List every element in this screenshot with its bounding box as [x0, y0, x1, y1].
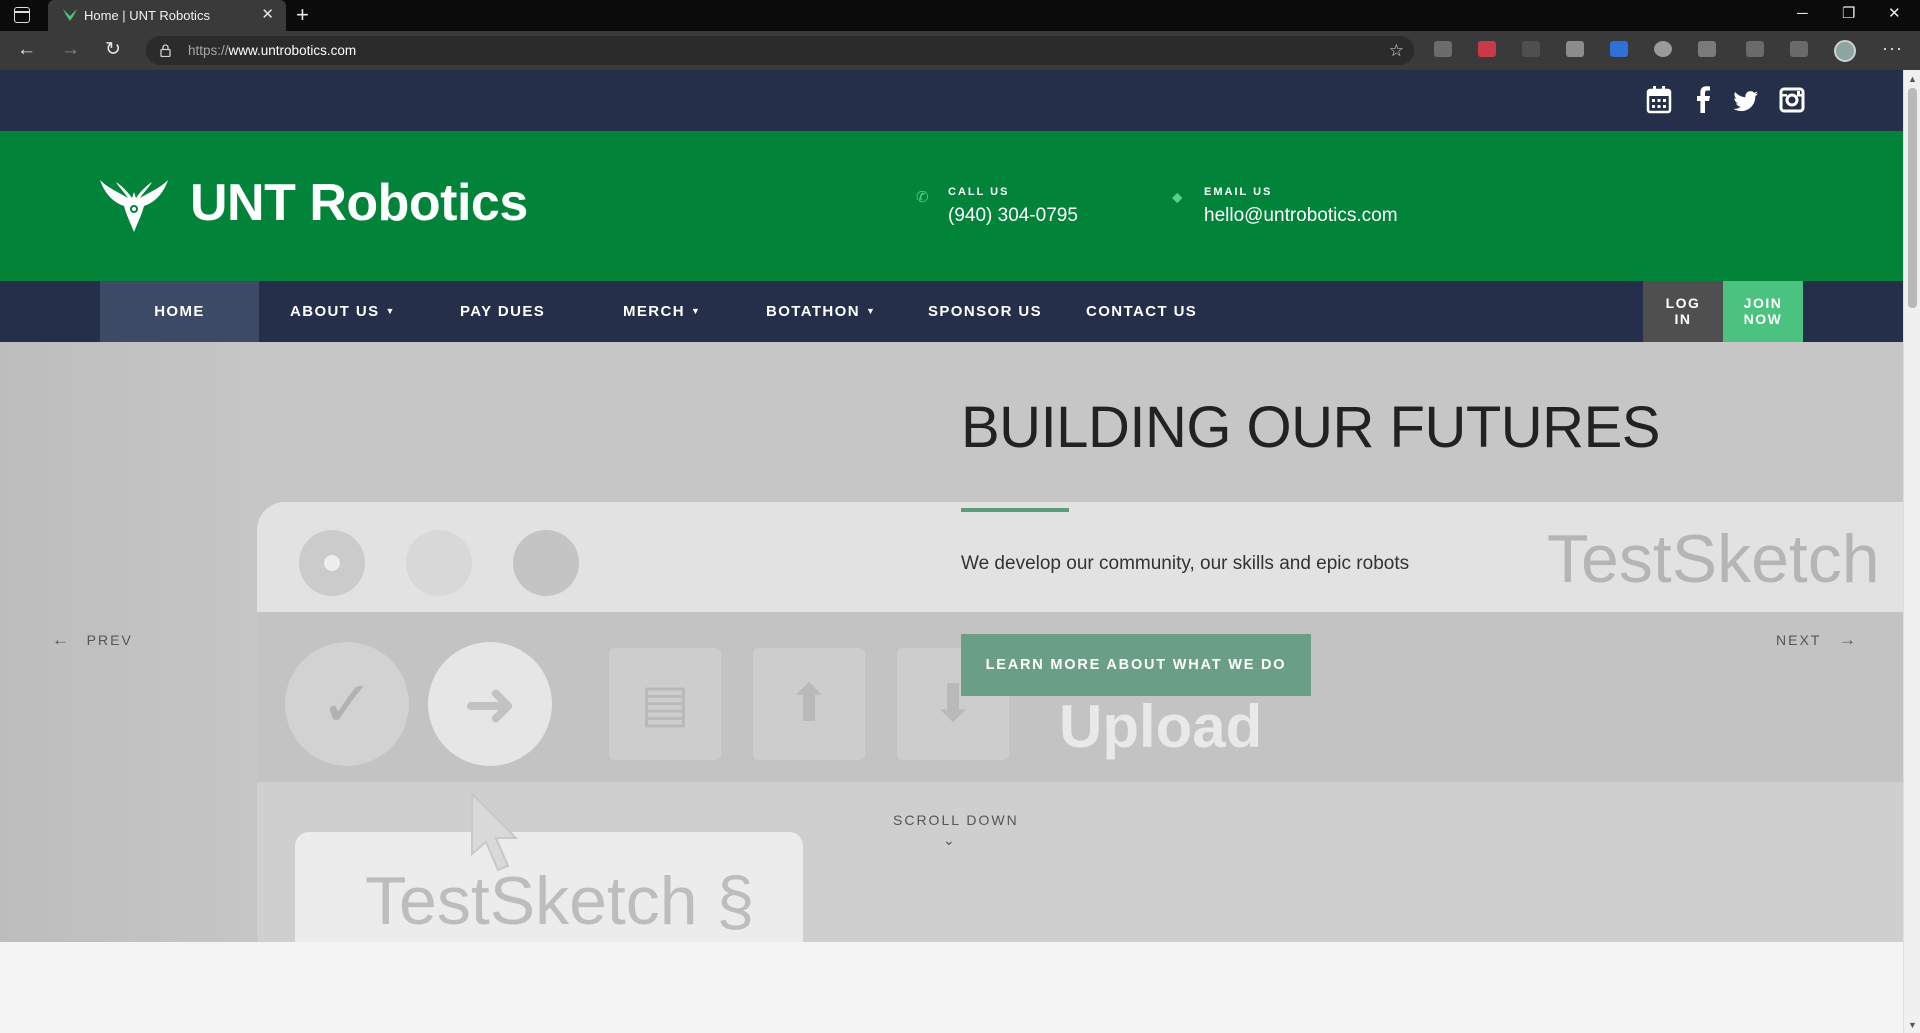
browser-tab-bar: Home | UNT Robotics ✕ + ─ ❐ ✕: [0, 0, 1920, 31]
new-tab-button[interactable]: +: [296, 3, 309, 27]
learn-more-button[interactable]: LEARN MORE ABOUT WHAT WE DO: [961, 634, 1311, 696]
location-pin-icon: ⬥: [1172, 189, 1183, 206]
login-button[interactable]: LOG IN: [1643, 281, 1723, 342]
tab-title: Home | UNT Robotics: [84, 8, 210, 23]
nav-merch[interactable]: MERCH ▼: [623, 281, 701, 342]
nav-pay-dues[interactable]: PAY DUES: [460, 281, 545, 342]
call-us-label: CALL US: [948, 186, 1010, 198]
extensions-puzzle-icon[interactable]: [1698, 41, 1716, 57]
arrow-left-icon: ←: [52, 630, 69, 649]
arrow-right-icon: →: [1839, 630, 1857, 649]
background-text: TestSketch §: [365, 863, 755, 939]
mock-text-box: TestSketch §: [295, 832, 803, 942]
shield-extension-icon[interactable]: [1434, 41, 1452, 57]
background-text: TestSketch: [1547, 521, 1880, 597]
add-favorite-icon[interactable]: ☆: [1389, 41, 1404, 61]
eagle-logo-icon[interactable]: [98, 178, 170, 234]
forward-icon[interactable]: →: [61, 39, 80, 61]
mock-window-dot: [513, 530, 579, 596]
nav-botathon[interactable]: BOTATHON ▼: [766, 281, 876, 342]
web-page: UNT Robotics ✆ CALL US (940) 304-0795 ⬥ …: [0, 70, 1903, 1033]
join-now-button[interactable]: JOIN NOW: [1723, 281, 1803, 342]
mock-window-dot: [299, 530, 365, 596]
arrow-icon: ➜: [428, 642, 552, 766]
lock-icon: [160, 44, 171, 57]
refresh-icon[interactable]: ↻: [105, 39, 121, 61]
prev-slide-button[interactable]: ← PREV: [52, 630, 133, 650]
wallet-extension-icon[interactable]: [1566, 41, 1584, 57]
brand-header: UNT Robotics ✆ CALL US (940) 304-0795 ⬥ …: [0, 131, 1903, 281]
email-us-label: EMAIL US: [1204, 186, 1273, 198]
phone-number[interactable]: (940) 304-0795: [948, 205, 1078, 227]
next-slide-button[interactable]: NEXT →: [1776, 630, 1856, 650]
calendar-icon[interactable]: [1646, 85, 1672, 115]
chevron-down-icon[interactable]: ⌄: [943, 832, 955, 849]
tab-close-icon[interactable]: ✕: [261, 6, 274, 24]
hero-slider: TestSketch ✓ ➜ ▤ ⬆ ⬇ Upload TestSketch §…: [0, 342, 1903, 942]
facebook-icon[interactable]: [1690, 85, 1716, 115]
restore-button[interactable]: ❐: [1842, 4, 1855, 24]
hero-title: BUILDING OUR FUTURES: [961, 395, 1660, 460]
twitter-icon[interactable]: [1733, 85, 1759, 115]
settings-more-icon[interactable]: ···: [1882, 38, 1903, 59]
m-extension-icon[interactable]: [1522, 41, 1540, 57]
chevron-down-icon: ▼: [385, 306, 396, 316]
on-extension-icon[interactable]: [1610, 41, 1628, 57]
chevron-down-icon: ▼: [865, 306, 877, 316]
hero-subtitle: We develop our community, our skills and…: [961, 553, 1410, 574]
mouse-cursor-icon: [471, 792, 519, 872]
pdf-extension-icon[interactable]: [1478, 41, 1496, 57]
site-title[interactable]: UNT Robotics: [190, 173, 528, 233]
nav-about-us[interactable]: ABOUT US ▼: [290, 281, 396, 342]
nav-contact-us[interactable]: CONTACT US: [1086, 281, 1197, 342]
minimize-button[interactable]: ─: [1797, 4, 1808, 24]
tab-actions-icon[interactable]: [14, 7, 30, 23]
main-navigation: HOME ABOUT US ▼ PAY DUES MERCH ▼ BOTATHON ▼…: [0, 281, 1903, 342]
hero-divider: [961, 508, 1069, 512]
back-icon[interactable]: ←: [17, 39, 36, 61]
chevron-down-icon: ▼: [691, 306, 702, 316]
favorites-icon[interactable]: [1746, 41, 1764, 57]
scroll-down-link[interactable]: SCROLL DOWN: [893, 812, 1017, 828]
scrollbar-thumb[interactable]: [1908, 88, 1917, 308]
address-bar[interactable]: https://www.untrobotics.com ☆: [146, 36, 1414, 65]
page-scrollbar[interactable]: ▲ ▼: [1903, 70, 1920, 1033]
nav-home[interactable]: HOME: [100, 281, 259, 342]
scroll-up-icon[interactable]: ▲: [1908, 74, 1917, 84]
background-upload-text: Upload: [1059, 693, 1263, 760]
upload-arrow-icon: ⬆: [753, 648, 865, 760]
url-text: https://www.untrobotics.com: [188, 43, 357, 58]
robotics-favicon-icon: [63, 9, 77, 21]
close-window-button[interactable]: ✕: [1888, 4, 1901, 24]
scroll-down-icon[interactable]: ▼: [1908, 1020, 1917, 1030]
document-icon: ▤: [609, 648, 721, 760]
browser-tab[interactable]: Home | UNT Robotics ✕: [48, 0, 286, 31]
browser-toolbar: ← → ↻ https://www.untrobotics.com ☆: [0, 31, 1920, 70]
profile-avatar[interactable]: [1834, 40, 1856, 62]
camera-extension-icon[interactable]: [1654, 41, 1672, 57]
email-address[interactable]: hello@untrobotics.com: [1204, 205, 1398, 227]
top-social-bar: [0, 70, 1903, 131]
instagram-icon[interactable]: [1779, 85, 1805, 115]
check-icon: ✓: [285, 642, 409, 766]
phone-icon: ✆: [916, 189, 929, 206]
mock-window-dot: [406, 530, 472, 596]
nav-sponsor-us[interactable]: SPONSOR US: [928, 281, 1042, 342]
collections-icon[interactable]: [1790, 41, 1808, 57]
